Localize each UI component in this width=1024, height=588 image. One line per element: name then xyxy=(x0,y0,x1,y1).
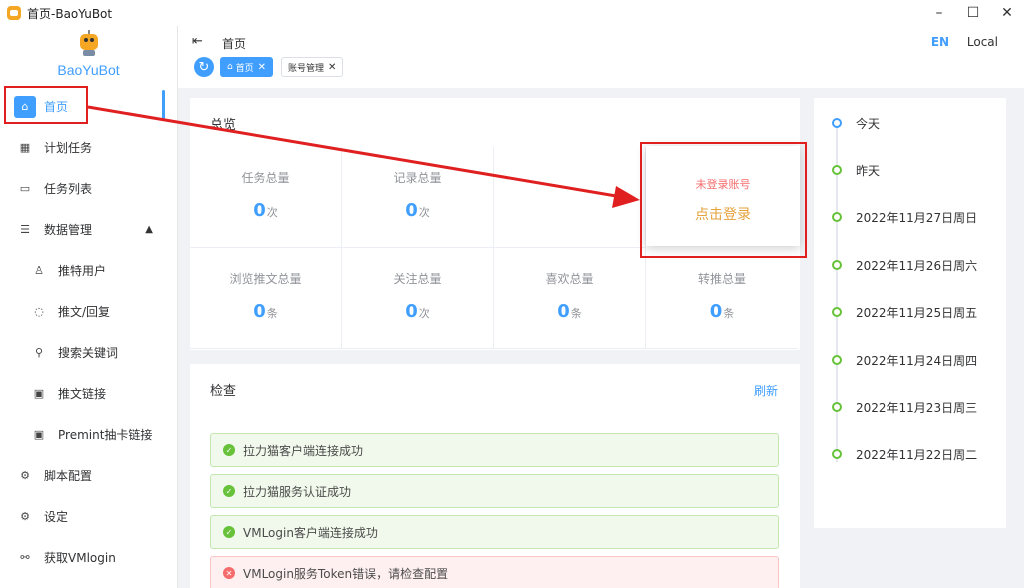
logo-text: BaoYuBot xyxy=(57,62,120,78)
logo: BaoYuBot xyxy=(0,26,177,86)
stat-retweets: 转推总量 0条 xyxy=(646,248,798,349)
chevron-up-icon: ▲ xyxy=(145,224,153,235)
sidebar-item-script-config[interactable]: ⚙ 脚本配置 xyxy=(0,455,177,496)
error-circle-icon: ✕ xyxy=(223,567,235,579)
overview-title: 总览 xyxy=(210,118,237,133)
sidebar-item-premint-links[interactable]: ▣ Premint抽卡链接 xyxy=(0,414,177,455)
timeline-item[interactable]: 2022年11月25日周五 xyxy=(832,304,977,320)
language-switch: EN Local xyxy=(931,35,998,49)
stat-tasks: 任务总量 0次 xyxy=(190,147,342,248)
menu-fold-icon[interactable]: ⇤ xyxy=(192,34,203,49)
stat-views: 浏览推文总量 0条 xyxy=(190,248,342,349)
sidebar-item-tweets[interactable]: ◌ 推文/回复 xyxy=(0,291,177,332)
timeline-item[interactable]: 今天 xyxy=(832,115,880,131)
window-title: 首页-BaoYuBot xyxy=(27,6,113,21)
tab-account-management[interactable]: 账号管理 ✕ xyxy=(280,57,344,77)
timeline-item[interactable]: 2022年11月27日周日 xyxy=(832,209,977,225)
close-button[interactable]: ✕ xyxy=(990,0,1024,26)
sidebar-item-twitter-users[interactable]: ♙ 推特用户 xyxy=(0,250,177,291)
lang-en-option[interactable]: EN xyxy=(931,35,949,49)
link-icon: ▣ xyxy=(33,387,45,400)
timeline-dot-icon xyxy=(832,307,842,317)
timeline-item[interactable]: 2022年11月23日周三 xyxy=(832,399,977,415)
sidebar-nav: ⌂ 首页 ▦ 计划任务 ▭ 任务列表 ☰ 数据管理 ▲ ♙ 推特用户 ◌ 推文/回复 ⚲ 搜索… xyxy=(0,86,177,578)
alert-success: ✓ 拉力猫服务认证成功 xyxy=(210,474,779,508)
check-title: 检查 xyxy=(210,384,237,399)
link-icon: ⚯ xyxy=(20,551,30,564)
maximize-button[interactable]: ☐ xyxy=(956,0,990,26)
timeline-dot-icon xyxy=(832,165,842,175)
gear-icon: ⚙ xyxy=(20,469,30,482)
timeline-dot-icon xyxy=(832,449,842,459)
timeline-dot-icon xyxy=(832,260,842,270)
timeline-item[interactable]: 2022年11月26日周六 xyxy=(832,257,977,273)
annotation-box-login xyxy=(640,142,807,258)
window-titlebar: 首页-BaoYuBot – ☐ ✕ xyxy=(0,0,1024,26)
timeline-item[interactable]: 2022年11月24日周四 xyxy=(832,352,977,368)
refresh-icon[interactable]: ↻ xyxy=(194,57,214,77)
timeline-item[interactable]: 昨天 xyxy=(832,162,880,178)
close-icon[interactable]: ✕ xyxy=(328,62,336,73)
close-icon[interactable]: ✕ xyxy=(258,62,266,73)
annotation-box-home xyxy=(4,86,88,124)
tabs-bar: ↻ ⌂ 首页 ✕ 账号管理 ✕ xyxy=(194,57,351,77)
refresh-link[interactable]: 刷新 xyxy=(754,382,778,399)
sidebar-item-get-vmlogin[interactable]: ⚯ 获取VMlogin xyxy=(0,537,177,578)
gear-icon: ⚙ xyxy=(20,510,30,523)
user-icon: ♙ xyxy=(34,264,44,277)
timeline-dot-icon xyxy=(832,355,842,365)
alert-success: ✓ 拉力猫客户端连接成功 xyxy=(210,433,779,467)
timeline-item[interactable]: 2022年11月22日周二 xyxy=(832,446,977,462)
timeline-dot-icon xyxy=(832,118,842,128)
link-icon: ▣ xyxy=(33,428,45,441)
sidebar-item-tweet-links[interactable]: ▣ 推文链接 xyxy=(0,373,177,414)
chat-icon: ◌ xyxy=(34,305,44,318)
monitor-icon: ▭ xyxy=(19,182,31,195)
stat-follows: 关注总量 0次 xyxy=(342,248,494,349)
home-icon: ⌂ xyxy=(227,62,236,72)
sidebar-item-task-list[interactable]: ▭ 任务列表 xyxy=(0,168,177,209)
header: ⇤ 首页 EN Local ↻ ⌂ 首页 ✕ 账号管理 ✕ xyxy=(178,26,1024,88)
alert-success: ✓ VMLogin客户端连接成功 xyxy=(210,515,779,549)
calendar-icon: ▦ xyxy=(19,141,31,154)
app-icon xyxy=(7,6,21,20)
timeline-dot-icon xyxy=(832,402,842,412)
check-circle-icon: ✓ xyxy=(223,444,235,456)
alert-error: ✕ VMLogin服务Token错误，请检查配置 xyxy=(210,556,779,588)
stat-records: 记录总量 0次 xyxy=(342,147,494,248)
list-icon: ☰ xyxy=(20,223,30,236)
minimize-button[interactable]: – xyxy=(922,0,956,26)
sidebar-item-data-management[interactable]: ☰ 数据管理 ▲ xyxy=(0,209,177,250)
timeline-card: 今天 昨天 2022年11月27日周日 2022年11月26日周六 2022年1… xyxy=(814,98,1006,528)
lang-local-option[interactable]: Local xyxy=(967,35,998,49)
breadcrumb: 首页 xyxy=(222,37,247,51)
stat-empty xyxy=(494,147,646,248)
sidebar-item-scheduled-tasks[interactable]: ▦ 计划任务 xyxy=(0,127,177,168)
check-card: 检查 刷新 ✓ 拉力猫客户端连接成功 ✓ 拉力猫服务认证成功 ✓ VMLogin客户端… xyxy=(190,364,800,588)
tab-home[interactable]: ⌂ 首页 ✕ xyxy=(220,57,273,77)
sidebar-item-keywords[interactable]: ⚲ 搜索关键词 xyxy=(0,332,177,373)
search-icon: ⚲ xyxy=(34,346,44,359)
robot-logo-icon xyxy=(76,30,102,56)
stat-likes: 喜欢总量 0条 xyxy=(494,248,646,349)
check-circle-icon: ✓ xyxy=(223,526,235,538)
check-circle-icon: ✓ xyxy=(223,485,235,497)
sidebar-item-settings[interactable]: ⚙ 设定 xyxy=(0,496,177,537)
timeline-dot-icon xyxy=(832,212,842,222)
